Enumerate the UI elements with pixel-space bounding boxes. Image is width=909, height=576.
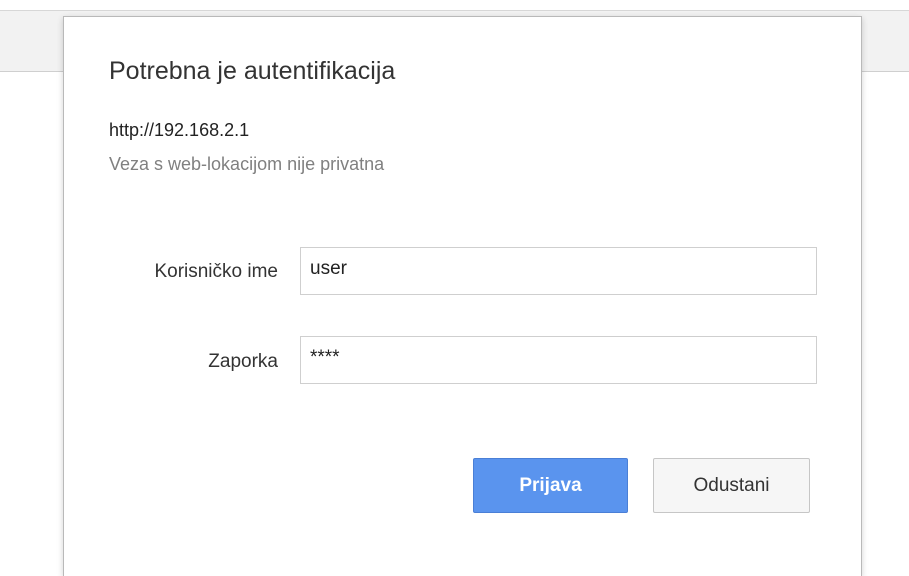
cancel-button[interactable]: Odustani bbox=[653, 458, 810, 513]
password-label: Zaporka bbox=[208, 351, 278, 372]
dialog-title: Potrebna je autentifikacija bbox=[109, 57, 396, 85]
connection-warning: Veza s web-lokacijom nije privatna bbox=[109, 154, 385, 174]
username-input[interactable]: user bbox=[300, 247, 817, 295]
username-label: Korisničko ime bbox=[154, 261, 278, 282]
dialog-url: http://192.168.2.1 bbox=[109, 120, 250, 140]
login-button[interactable]: Prijava bbox=[473, 458, 628, 513]
auth-dialog: Potrebna je autentifikacija http://192.1… bbox=[63, 16, 862, 576]
password-input[interactable]: **** bbox=[300, 336, 817, 384]
